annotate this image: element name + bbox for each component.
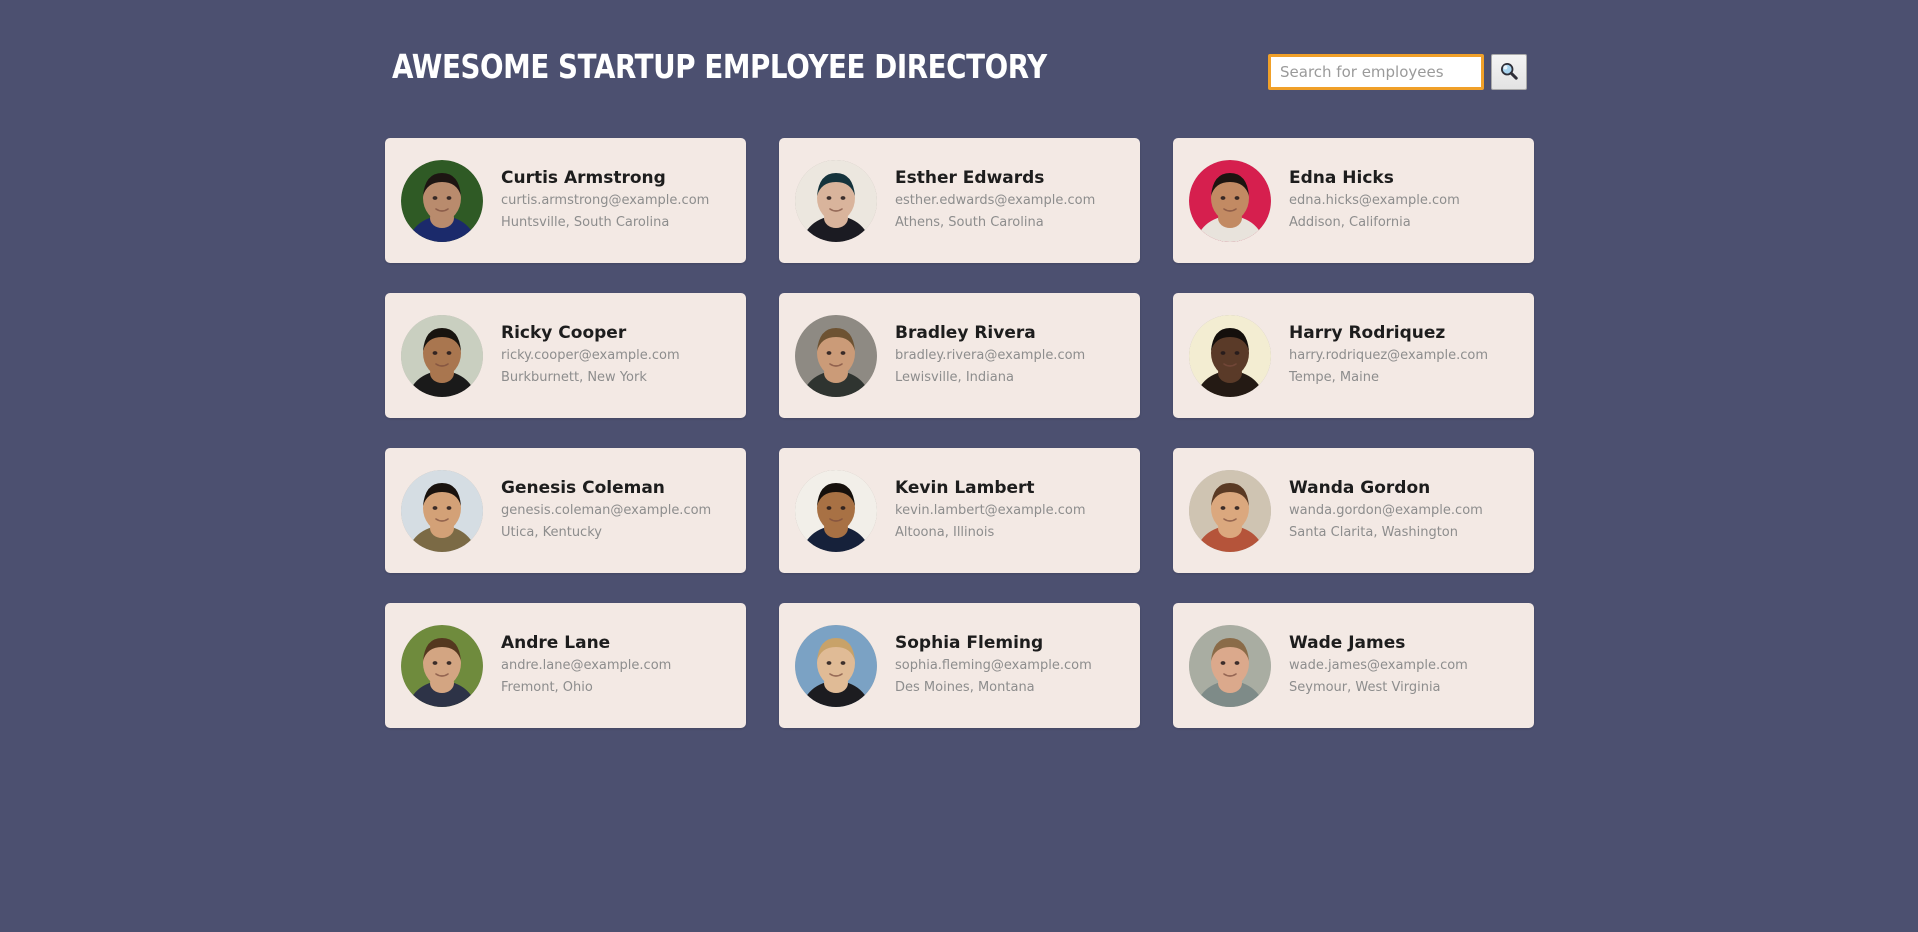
employee-card[interactable]: Harry Rodriquez harry.rodriquez@example.… (1173, 293, 1534, 418)
employee-name: Harry Rodriquez (1289, 323, 1446, 343)
employee-location: Tempe, Maine (1289, 370, 1379, 385)
employee-directory-app: AWESOME STARTUP EMPLOYEE DIRECTORY Searc… (0, 0, 1918, 932)
employee-email: curtis.armstrong@example.com (501, 193, 710, 208)
employee-location: Fremont, Ohio (501, 680, 593, 695)
avatar-image (401, 159, 483, 242)
employee-location: Utica, Kentucky (501, 525, 602, 540)
avatar (795, 159, 877, 242)
avatar-image (401, 469, 483, 552)
employee-info: Ricky Cooper ricky.cooper@example.com Bu… (501, 322, 680, 389)
employee-email: ricky.cooper@example.com (501, 348, 680, 363)
employee-info: Harry Rodriquez harry.rodriquez@example.… (1289, 322, 1488, 389)
avatar (1189, 624, 1271, 707)
employee-grid: Curtis Armstrong curtis.armstrong@exampl… (385, 138, 1535, 728)
employee-card[interactable]: Ricky Cooper ricky.cooper@example.com Bu… (385, 293, 746, 418)
employee-location: Seymour, West Virginia (1289, 680, 1441, 695)
employee-location: Athens, South Carolina (895, 215, 1044, 230)
employee-name: Wade James (1289, 633, 1406, 653)
avatar (1189, 469, 1271, 552)
employee-email: wade.james@example.com (1289, 658, 1468, 673)
employee-email: edna.hicks@example.com (1289, 193, 1460, 208)
employee-card[interactable]: Curtis Armstrong curtis.armstrong@exampl… (385, 138, 746, 263)
employee-location: Lewisville, Indiana (895, 370, 1014, 385)
employee-card[interactable]: Andre Lane andre.lane@example.com Fremon… (385, 603, 746, 728)
employee-card[interactable]: Genesis Coleman genesis.coleman@example.… (385, 448, 746, 573)
employee-location: Altoona, Illinois (895, 525, 995, 540)
employee-name: Genesis Coleman (501, 478, 665, 498)
avatar (401, 314, 483, 397)
employee-info: Wade James wade.james@example.com Seymou… (1289, 632, 1468, 699)
employee-name: Wanda Gordon (1289, 478, 1431, 498)
avatar-image (1189, 624, 1271, 707)
employee-name: Ricky Cooper (501, 323, 627, 343)
employee-card[interactable]: Esther Edwards esther.edwards@example.co… (779, 138, 1140, 263)
avatar-image (795, 314, 877, 397)
employee-card[interactable]: Sophia Fleming sophia.fleming@example.co… (779, 603, 1140, 728)
avatar (795, 469, 877, 552)
avatar-image (795, 159, 877, 242)
avatar (401, 624, 483, 707)
employee-email: andre.lane@example.com (501, 658, 672, 673)
avatar (401, 469, 483, 552)
employee-location: Addison, California (1289, 215, 1411, 230)
avatar-image (1189, 469, 1271, 552)
employee-info: Genesis Coleman genesis.coleman@example.… (501, 477, 711, 544)
avatar-image (401, 314, 483, 397)
employee-email: bradley.rivera@example.com (895, 348, 1086, 363)
employee-info: Kevin Lambert kevin.lambert@example.com … (895, 477, 1086, 544)
employee-location: Burkburnett, New York (501, 370, 647, 385)
avatar-image (795, 624, 877, 707)
avatar (1189, 314, 1271, 397)
avatar-image (1189, 159, 1271, 242)
employee-name: Esther Edwards (895, 168, 1045, 188)
employee-info: Wanda Gordon wanda.gordon@example.com Sa… (1289, 477, 1483, 544)
avatar-image (1189, 314, 1271, 397)
employee-location: Des Moines, Montana (895, 680, 1035, 695)
employee-card[interactable]: Wanda Gordon wanda.gordon@example.com Sa… (1173, 448, 1534, 573)
employee-name: Curtis Armstrong (501, 168, 666, 188)
employee-email: wanda.gordon@example.com (1289, 503, 1483, 518)
employee-email: harry.rodriquez@example.com (1289, 348, 1489, 363)
employee-name: Kevin Lambert (895, 478, 1035, 498)
employee-name: Edna Hicks (1289, 168, 1394, 188)
avatar (1189, 159, 1271, 242)
employee-location: Santa Clarita, Washington (1289, 525, 1458, 540)
employee-info: Esther Edwards esther.edwards@example.co… (895, 167, 1095, 234)
employee-info: Sophia Fleming sophia.fleming@example.co… (895, 632, 1092, 699)
avatar (401, 159, 483, 242)
employee-name: Bradley Rivera (895, 323, 1036, 343)
page-title: AWESOME STARTUP EMPLOYEE DIRECTORY (392, 47, 1047, 86)
avatar (795, 624, 877, 707)
page-header: AWESOME STARTUP EMPLOYEE DIRECTORY (0, 0, 1918, 110)
employee-info: Andre Lane andre.lane@example.com Fremon… (501, 632, 671, 699)
avatar (795, 314, 877, 397)
employee-info: Curtis Armstrong curtis.armstrong@exampl… (501, 167, 709, 234)
employee-location: Huntsville, South Carolina (501, 215, 670, 230)
employee-email: sophia.fleming@example.com (895, 658, 1092, 673)
employee-email: kevin.lambert@example.com (895, 503, 1086, 518)
search-input[interactable] (1268, 54, 1484, 90)
employee-info: Edna Hicks edna.hicks@example.com Addiso… (1289, 167, 1460, 234)
employee-card[interactable]: Kevin Lambert kevin.lambert@example.com … (779, 448, 1140, 573)
employee-info: Bradley Rivera bradley.rivera@example.co… (895, 322, 1085, 389)
avatar-image (401, 624, 483, 707)
employee-name: Sophia Fleming (895, 633, 1044, 653)
search-submit-button[interactable] (1491, 54, 1527, 90)
employee-card[interactable]: Edna Hicks edna.hicks@example.com Addiso… (1173, 138, 1534, 263)
employee-email: esther.edwards@example.com (895, 193, 1096, 208)
search-icon (1499, 61, 1519, 84)
employee-name: Andre Lane (501, 633, 611, 653)
search-area (1268, 54, 1527, 90)
avatar-image (795, 469, 877, 552)
employee-card[interactable]: Bradley Rivera bradley.rivera@example.co… (779, 293, 1140, 418)
employee-card[interactable]: Wade James wade.james@example.com Seymou… (1173, 603, 1534, 728)
employee-email: genesis.coleman@example.com (501, 503, 712, 518)
